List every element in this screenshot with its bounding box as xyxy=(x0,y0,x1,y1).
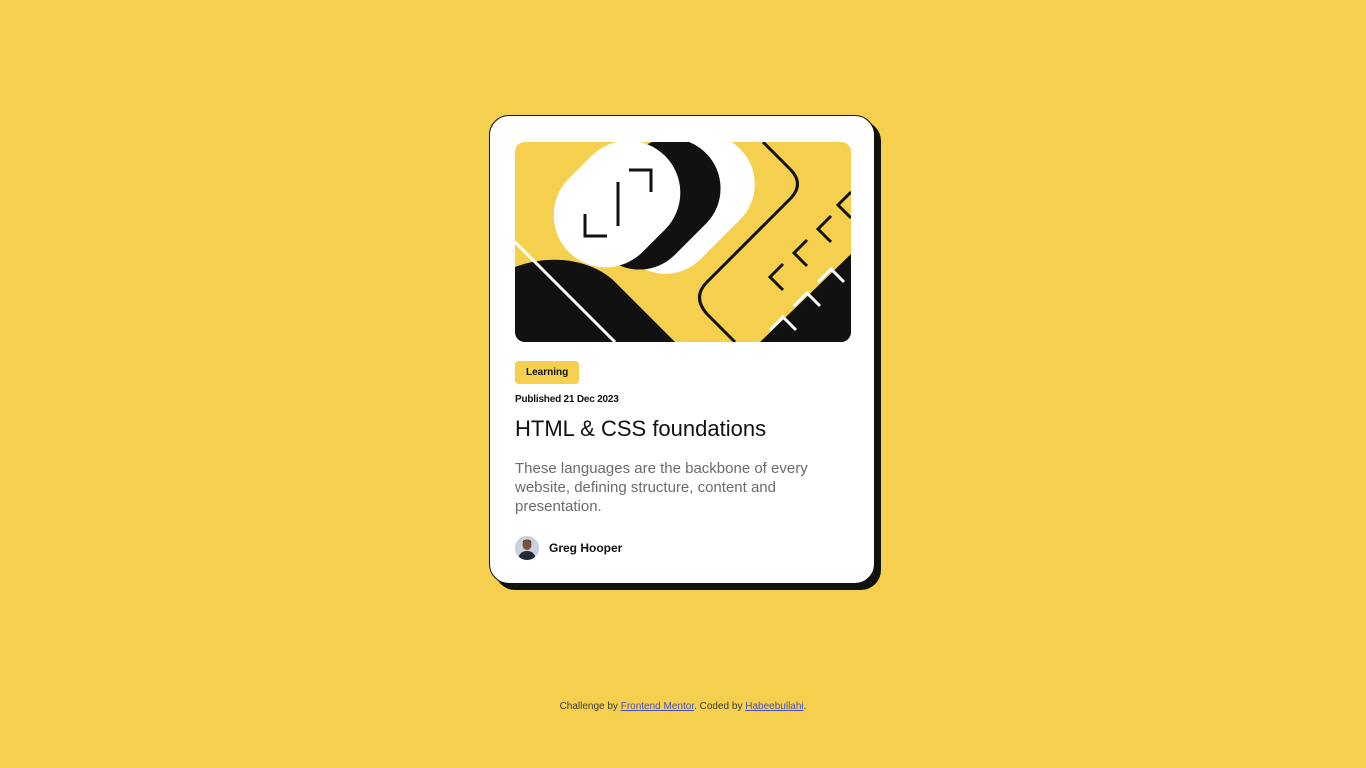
author-profile-link[interactable]: Habeebullahi xyxy=(745,701,803,712)
attribution-suffix: . xyxy=(803,701,807,712)
frontend-mentor-link[interactable]: Frontend Mentor xyxy=(621,701,694,712)
category-tag: Learning xyxy=(515,361,580,384)
code-illustration-icon xyxy=(515,142,851,342)
attribution-middle: . Coded by xyxy=(694,701,746,712)
author-block: Greg Hooper xyxy=(515,536,622,560)
published-date: Published 21 Dec 2023 xyxy=(515,394,619,405)
card-title[interactable]: HTML & CSS foundations xyxy=(515,416,766,442)
avatar-photo-icon xyxy=(515,536,539,560)
attribution-prefix: Challenge by xyxy=(559,701,621,712)
author-name: Greg Hooper xyxy=(549,541,623,555)
card-description: These languages are the backbone of ever… xyxy=(515,460,808,515)
attribution: Challenge by Frontend Mentor. Coded by H… xyxy=(0,701,1366,712)
blog-preview-card: Learning Published 21 Dec 2023 HTML & CS… xyxy=(489,115,875,584)
avatar xyxy=(515,536,539,560)
